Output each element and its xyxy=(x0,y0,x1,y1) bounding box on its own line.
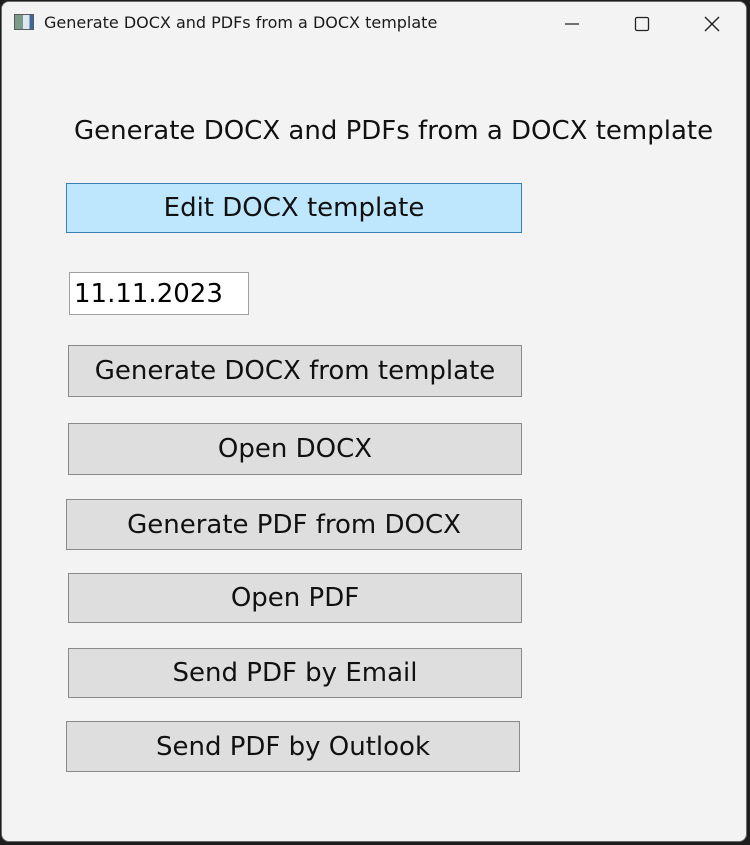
maximize-icon xyxy=(634,16,650,32)
generate-docx-button[interactable]: Generate DOCX from template xyxy=(68,345,522,397)
maximize-button[interactable] xyxy=(607,2,677,46)
open-docx-button[interactable]: Open DOCX xyxy=(68,423,522,475)
close-button[interactable] xyxy=(677,2,746,46)
app-window-icon xyxy=(14,14,34,30)
page-heading: Generate DOCX and PDFs from a DOCX templ… xyxy=(74,116,714,146)
generate-pdf-button[interactable]: Generate PDF from DOCX xyxy=(66,499,522,550)
send-outlook-button[interactable]: Send PDF by Outlook xyxy=(66,721,520,772)
open-pdf-button[interactable]: Open PDF xyxy=(68,573,522,623)
edit-template-button[interactable]: Edit DOCX template xyxy=(66,183,522,233)
minimize-button[interactable] xyxy=(537,2,607,46)
send-email-button[interactable]: Send PDF by Email xyxy=(68,648,522,698)
window-title: Generate DOCX and PDFs from a DOCX templ… xyxy=(44,13,438,32)
date-input[interactable]: 11.11.2023 xyxy=(69,272,249,315)
close-icon xyxy=(704,16,720,32)
minimize-icon xyxy=(565,23,579,25)
title-bar[interactable]: Generate DOCX and PDFs from a DOCX templ… xyxy=(2,2,746,46)
app-window: Generate DOCX and PDFs from a DOCX templ… xyxy=(1,1,747,842)
